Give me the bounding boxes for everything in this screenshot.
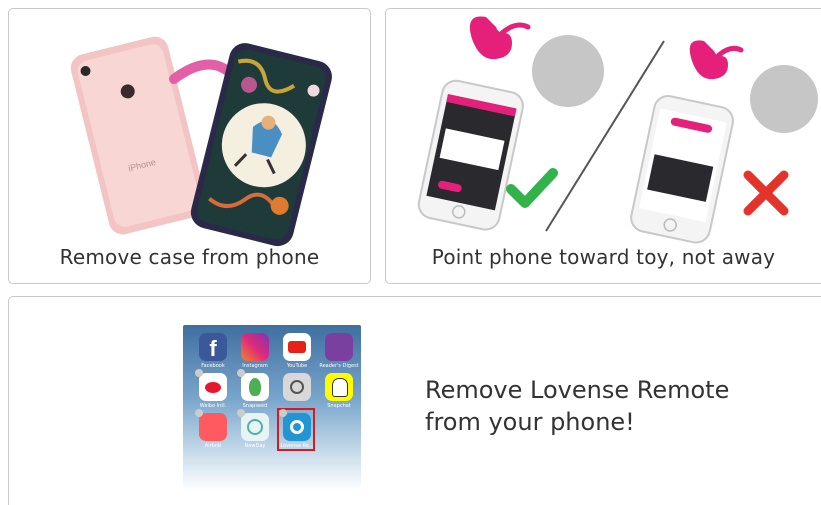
delete-badge-icon (195, 369, 203, 377)
app-icon-snapseed (241, 373, 269, 401)
app-icon-airbnb (199, 413, 227, 441)
app-icon-weibo (199, 373, 227, 401)
point-phone-illustration (417, 16, 818, 244)
app-icon-camera (283, 373, 311, 401)
app-icon-instagram (241, 333, 269, 361)
app-icon-facebook: f (199, 333, 227, 361)
app-label: Airbnb (204, 443, 222, 449)
delete-badge-icon (195, 409, 203, 417)
delete-badge-icon (237, 369, 245, 377)
redacted-circle-2 (750, 65, 818, 133)
tip-card-point-phone: Point phone toward toy, not away (385, 8, 821, 284)
check-icon (506, 168, 558, 208)
app-label: Reader's Digest (319, 363, 359, 369)
cross-icon (743, 170, 789, 216)
phone-facing-away-icon (630, 95, 734, 244)
app-icon-newday (241, 413, 269, 441)
toy-icon-2 (689, 40, 728, 80)
phone-case-icon (190, 43, 332, 247)
app-label: Snapchat (327, 403, 351, 409)
redacted-circle (532, 35, 604, 107)
delete-badge-icon (237, 409, 245, 417)
remove-app-message: Remove Lovense Remote from your phone! (425, 374, 785, 438)
delete-badge-icon (279, 409, 287, 417)
phone-facing-toy-icon (417, 79, 524, 231)
message-line-1: Remove Lovense Remote (425, 376, 730, 404)
app-icon-youtube (283, 333, 311, 361)
tip-card-remove-case: iPhone Remove case from phone (8, 8, 371, 284)
toy-icon (469, 16, 512, 60)
tip-caption-remove-case: Remove case from phone (59, 245, 320, 269)
app-label: NewDay (244, 443, 266, 449)
rose-phone-icon: iPhone (70, 36, 207, 235)
tip-caption-point-phone: Point phone toward toy, not away (431, 245, 776, 269)
app-label: YouTube (286, 363, 308, 369)
app-icon-snapchat (325, 373, 353, 401)
home-screen-screenshot: f Facebook Instagram YouTube Reader's Di… (183, 325, 361, 491)
app-icon-readers-digest (325, 333, 353, 361)
message-line-2: from your phone! (425, 408, 635, 436)
remove-case-illustration: iPhone (70, 36, 332, 247)
